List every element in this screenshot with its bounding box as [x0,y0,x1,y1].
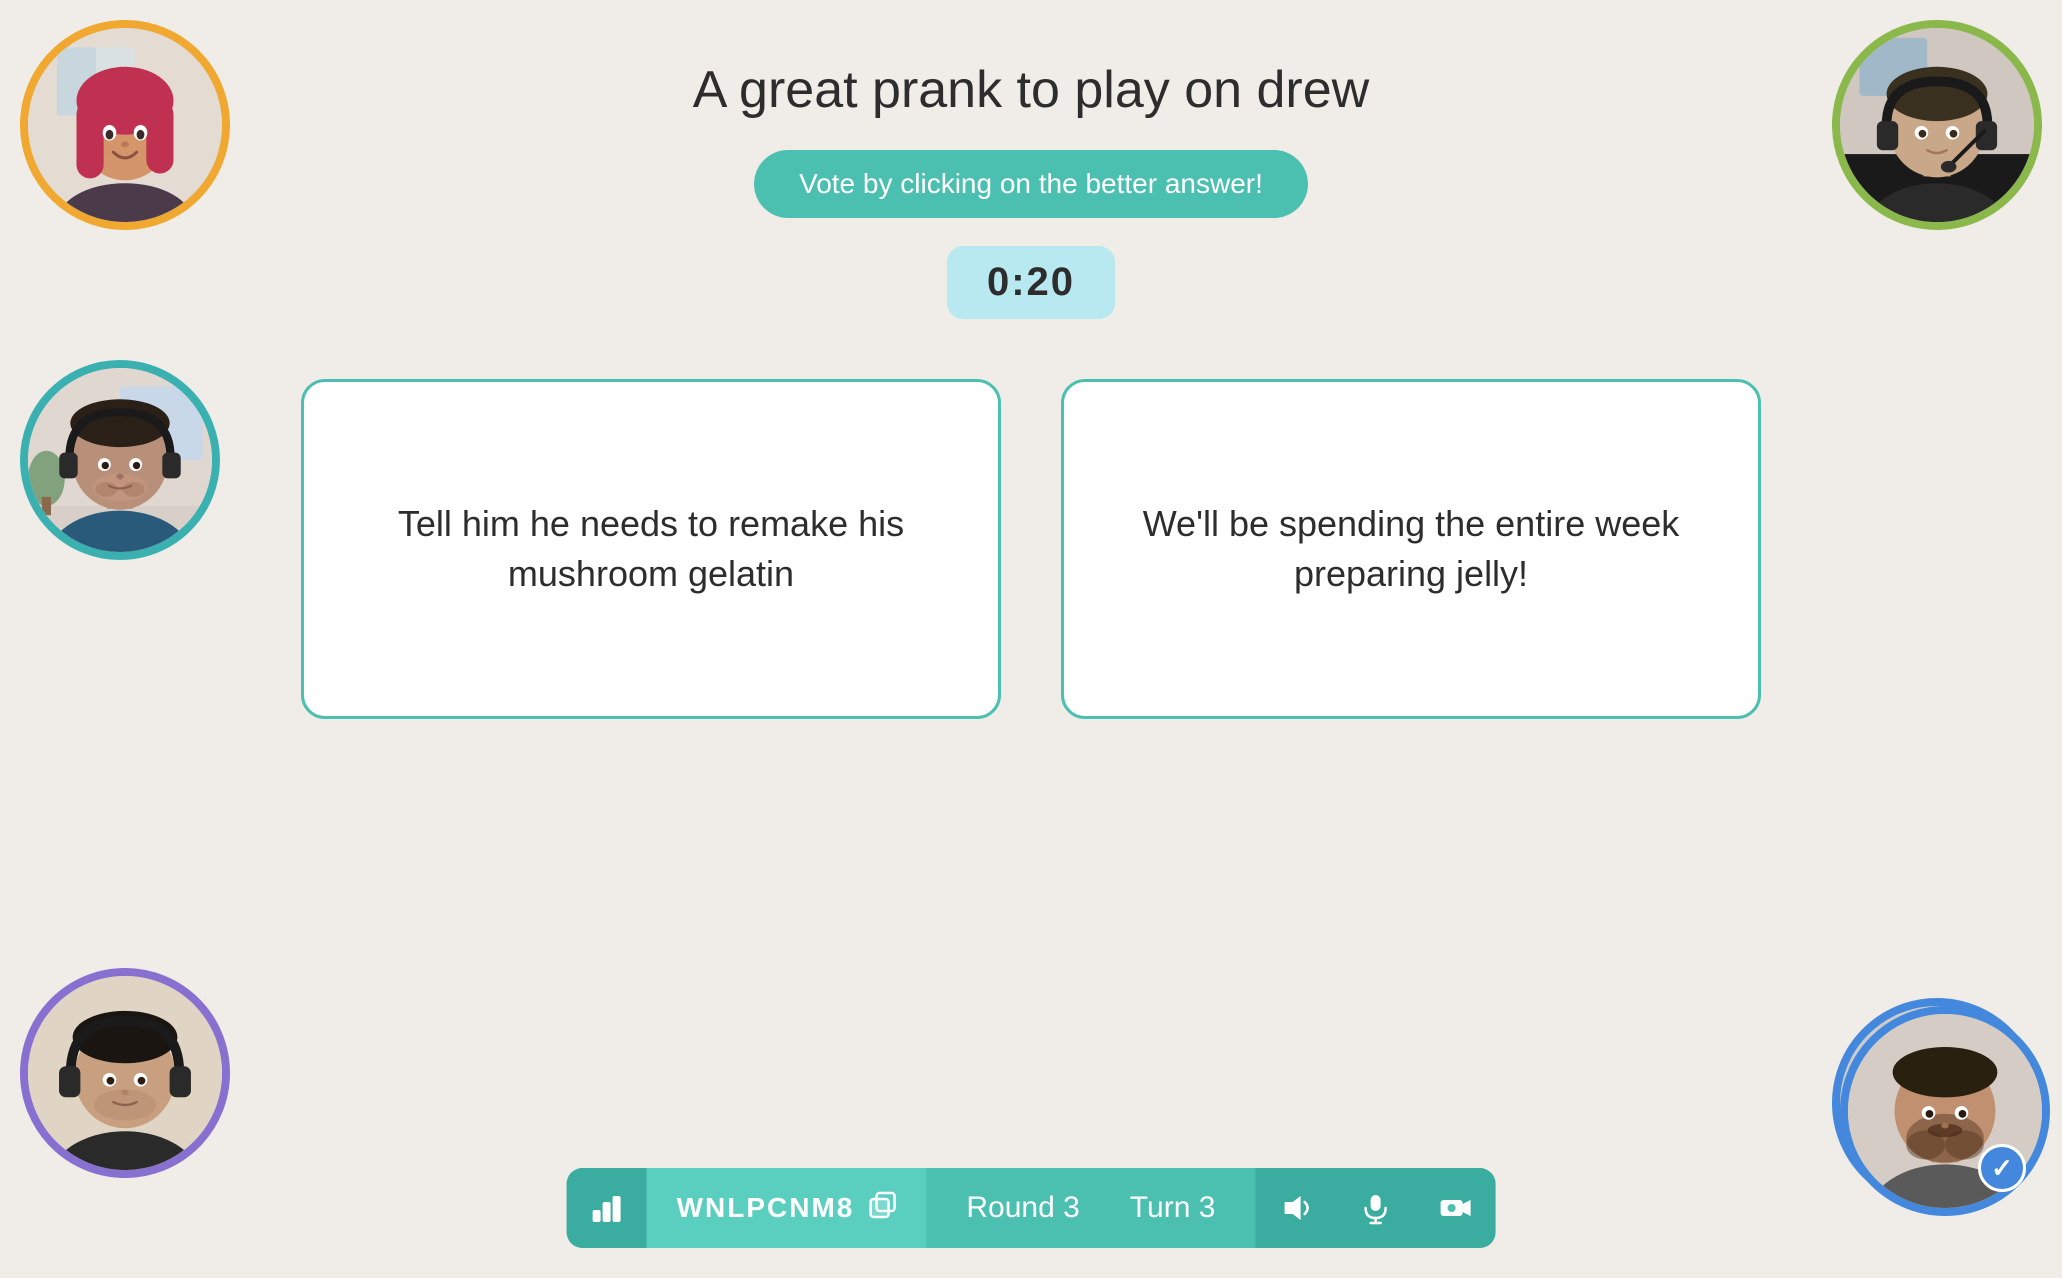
toolbar-round-turn: Round 3 Turn 3 [926,1168,1255,1248]
answer-card-1-text: Tell him he needs to remake his mushroom… [364,499,938,600]
toolbar-room-code: WNLPCNM8 [647,1168,927,1248]
mic-button[interactable] [1335,1168,1415,1248]
timer: 0:20 [947,246,1115,319]
round-label: Round 3 [966,1191,1079,1225]
volume-button[interactable] [1255,1168,1335,1248]
game-icon-button[interactable] [567,1168,647,1248]
avatar-bottom-right: ✓ [1832,998,2042,1208]
answer-card-2[interactable]: We'll be spending the entire week prepar… [1061,379,1761,719]
main-content: A great prank to play on drew Vote by cl… [0,0,2062,719]
avatar-top-left [20,20,230,230]
toolbar-controls [1255,1168,1495,1248]
avatar-bottom-left [20,968,230,1178]
answer-cards: Tell him he needs to remake his mushroom… [0,379,2062,719]
vote-instruction: Vote by clicking on the better answer! [754,150,1308,218]
turn-label: Turn 3 [1130,1191,1216,1225]
avatar-top-right [1832,20,2042,230]
checkmark-badge: ✓ [1978,1144,2026,1192]
room-code-text: WNLPCNM8 [677,1192,855,1224]
answer-card-2-text: We'll be spending the entire week prepar… [1124,499,1698,600]
question-title: A great prank to play on drew [693,60,1369,120]
camera-button[interactable] [1415,1168,1495,1248]
answer-card-1[interactable]: Tell him he needs to remake his mushroom… [301,379,1001,719]
avatar-mid-left [20,360,220,560]
toolbar: WNLPCNM8 Round 3 Turn 3 [567,1168,1496,1248]
copy-icon[interactable] [868,1191,896,1225]
